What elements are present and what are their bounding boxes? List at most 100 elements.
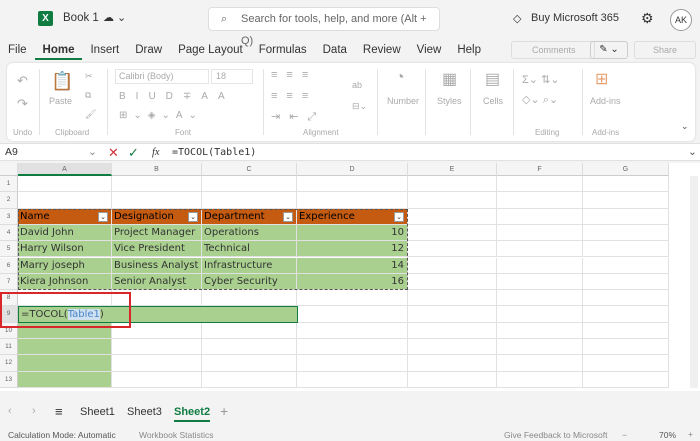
number-button[interactable]: Number [387, 96, 419, 106]
horizontal-align-buttons[interactable]: ≡≡≡ [271, 90, 317, 102]
formula-input[interactable]: =TOCOL(Table1) [172, 144, 256, 161]
table-header-cell[interactable]: Name ⌄ [18, 208, 112, 225]
enter-check-icon[interactable]: ✓ [128, 144, 139, 161]
workbook-title[interactable]: Book 1 [63, 12, 99, 24]
paste-button[interactable]: Paste [49, 96, 72, 106]
add-ins-button[interactable]: Add-ins [590, 96, 621, 106]
cancel-icon[interactable]: ✕ [108, 144, 119, 161]
function-icon[interactable]: fx [152, 144, 160, 161]
border-fill-color-buttons[interactable]: ⊞⌄◈⌄A⌄ [119, 110, 203, 121]
cell[interactable] [497, 355, 583, 372]
column-header-D[interactable]: D [297, 163, 408, 176]
table-cell[interactable]: Business Analyst [112, 257, 202, 274]
table-cell[interactable]: 16 [297, 273, 408, 291]
table-cell[interactable]: Technical [202, 241, 297, 258]
table-cell[interactable]: Harry Wilson [18, 241, 112, 258]
tab-data[interactable]: Data [315, 40, 355, 60]
cell[interactable] [583, 371, 669, 388]
tab-review[interactable]: Review [355, 40, 409, 60]
cell[interactable] [202, 192, 297, 209]
indent-orientation-buttons[interactable]: ⇥⇤⤢ [271, 110, 325, 124]
clear-find-icons[interactable]: ◇⌄ ⌕⌄ [522, 93, 558, 107]
cell[interactable] [497, 241, 583, 258]
cell[interactable] [112, 355, 202, 372]
name-box[interactable]: A9 [5, 144, 18, 161]
cell[interactable] [408, 273, 497, 291]
sheet-tab-sheet1[interactable]: Sheet1 [80, 406, 115, 418]
name-box-chevron-icon[interactable]: ⌄ [88, 144, 97, 161]
row-header-2[interactable]: 2 [0, 192, 18, 209]
tab-insert[interactable]: Insert [82, 40, 127, 60]
row-header-4[interactable]: 4 [0, 224, 18, 242]
spill-cell[interactable] [18, 339, 112, 356]
column-header-G[interactable]: G [583, 163, 669, 176]
paste-icon[interactable]: 📋 [51, 71, 73, 92]
all-sheets-menu-icon[interactable]: ≡ [55, 404, 63, 419]
gear-icon[interactable]: ⚙ [641, 10, 654, 27]
saved-status-icon[interactable]: ☁ ⌄ [103, 11, 126, 24]
tab-draw[interactable]: Draw [127, 40, 170, 60]
cell[interactable] [497, 208, 583, 225]
vertical-scrollbar[interactable] [690, 176, 698, 388]
column-header-F[interactable]: F [497, 163, 583, 176]
buy-microsoft-365-link[interactable]: Buy Microsoft 365 [531, 12, 619, 24]
table-cell[interactable]: Kiera Johnson [18, 273, 112, 291]
cell[interactable] [408, 339, 497, 356]
cell[interactable] [297, 290, 408, 307]
copy-icon[interactable]: ⧉ [85, 90, 91, 101]
cell[interactable] [18, 192, 112, 209]
row-header-13[interactable]: 13 [0, 371, 18, 388]
cell[interactable] [497, 176, 583, 193]
spreadsheet-grid[interactable]: A B C D E F G 1 2 3 Name ⌄ Designation ⌄ Department ⌄ Ex… [0, 163, 700, 391]
cell[interactable] [497, 322, 583, 339]
previous-sheet-icon[interactable]: ‹ [8, 405, 12, 417]
cell[interactable] [408, 257, 497, 274]
column-header-B[interactable]: B [112, 163, 202, 176]
calculation-mode[interactable]: Calculation Mode: Automatic [8, 430, 116, 440]
cell[interactable] [408, 176, 497, 193]
table-cell[interactable]: Operations [202, 224, 297, 242]
share-button[interactable]: Share [634, 41, 696, 59]
filter-dropdown-icon[interactable]: ⌄ [188, 211, 198, 222]
cell[interactable] [297, 322, 408, 339]
cell[interactable] [408, 192, 497, 209]
table-header-cell[interactable]: Experience ⌄ [297, 208, 408, 225]
cut-icon[interactable]: ✂ [85, 71, 93, 82]
format-painter-icon[interactable]: 🖌 [85, 109, 96, 120]
filter-dropdown-icon[interactable]: ⌄ [283, 211, 293, 222]
cell[interactable] [497, 290, 583, 307]
row-header-1[interactable]: 1 [0, 176, 18, 193]
row-header-3[interactable]: 3 [0, 208, 18, 225]
spill-cell[interactable] [18, 355, 112, 372]
cell[interactable] [408, 224, 497, 242]
formula-bar-expand-icon[interactable]: ⌄ [688, 144, 697, 161]
filter-dropdown-icon[interactable]: ⌄ [394, 211, 404, 222]
cells-button[interactable]: Cells [483, 96, 503, 106]
row-header-12[interactable]: 12 [0, 355, 18, 372]
cell[interactable] [497, 192, 583, 209]
comments-button[interactable]: Comments [511, 41, 595, 59]
alignment-buttons[interactable]: ≡≡≡ [271, 69, 317, 81]
cell[interactable] [408, 290, 497, 307]
cell[interactable] [408, 208, 497, 225]
zoom-in-icon[interactable]: + [688, 429, 693, 439]
cell[interactable] [408, 355, 497, 372]
cell[interactable] [202, 355, 297, 372]
tab-help[interactable]: Help [449, 40, 489, 60]
cell[interactable] [202, 290, 297, 307]
editing-mode-button[interactable]: ✎ ⌄ [590, 41, 628, 59]
column-header-E[interactable]: E [408, 163, 497, 176]
cell[interactable] [583, 273, 669, 291]
tab-file[interactable]: File [0, 40, 35, 60]
table-cell[interactable]: 10 [297, 224, 408, 242]
autosum-sort-icons[interactable]: Σ⌄ ⇅⌄ [522, 73, 560, 86]
zoom-out-icon[interactable]: − [622, 430, 627, 440]
column-header-A[interactable]: A [18, 163, 112, 176]
font-format-buttons[interactable]: BIUD∓AA [119, 91, 235, 102]
cell[interactable] [408, 306, 497, 323]
font-name-select[interactable]: Calibri (Body) [115, 69, 209, 84]
next-sheet-icon[interactable]: › [32, 405, 36, 417]
tab-view[interactable]: View [409, 40, 450, 60]
undo-icon[interactable]: ↶ [17, 73, 28, 89]
cell[interactable] [297, 306, 408, 323]
